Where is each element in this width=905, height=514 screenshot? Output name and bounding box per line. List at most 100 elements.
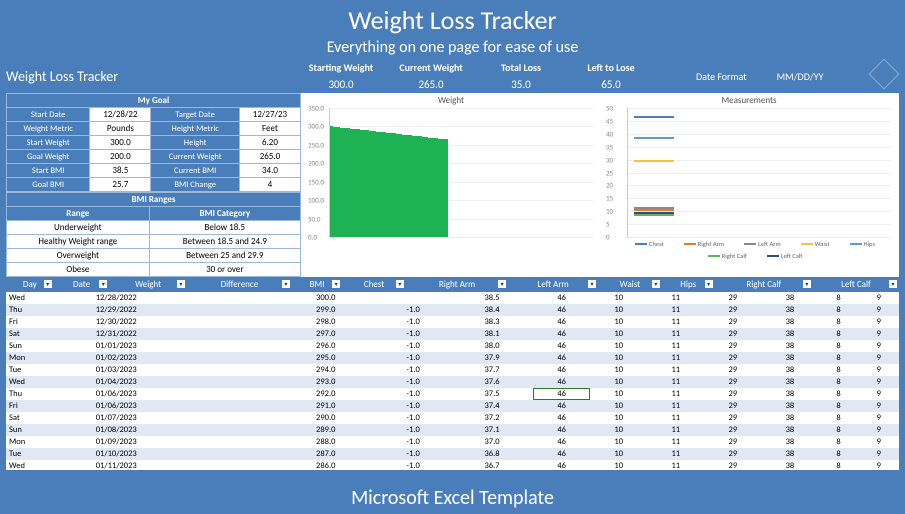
table-cell[interactable]: 46 [533,304,590,316]
table-cell[interactable]: Fri [6,400,93,412]
table-cell[interactable]: 293.0 [276,376,375,388]
table-cell[interactable]: 9 [859,376,899,388]
table-cell[interactable]: 01/06/2023 [93,400,277,412]
table-cell[interactable]: 38 [761,436,818,448]
table-cell[interactable]: 10 [590,340,647,352]
table-cell[interactable]: 01/06/2023 [93,388,277,400]
table-cell[interactable]: 9 [859,400,899,412]
table-cell[interactable]: Wed [6,460,93,470]
table-cell[interactable]: 01/04/2023 [93,376,277,388]
table-row[interactable]: Mon01/02/2023295.0-1.037.9461011293889 [6,352,899,364]
table-cell[interactable]: 8 [818,292,858,304]
table-cell[interactable]: 10 [590,352,647,364]
table-cell[interactable]: 38 [761,340,818,352]
table-cell[interactable]: 01/01/2023 [93,340,277,352]
table-row[interactable]: Thu01/06/2023292.0-1.037.5461011293889 [6,388,899,400]
column-header[interactable]: BMI▾ [292,277,342,292]
table-cell[interactable]: 295.0 [276,352,375,364]
filter-dropdown-icon[interactable]: ▾ [332,280,340,288]
table-cell[interactable]: 29 [704,412,761,424]
table-cell[interactable]: Wed [6,292,93,304]
table-cell[interactable]: 9 [859,364,899,376]
table-cell[interactable]: 29 [704,304,761,316]
table-cell[interactable]: Thu [6,304,93,316]
table-cell[interactable]: 29 [704,424,761,436]
table-cell[interactable]: 9 [859,328,899,340]
table-cell[interactable]: 9 [859,388,899,400]
table-cell[interactable]: 38 [761,412,818,424]
table-cell[interactable]: Sat [6,412,93,424]
table-cell[interactable]: 38 [761,460,818,470]
table-cell[interactable]: 38.1 [451,328,533,340]
table-cell[interactable]: 29 [704,340,761,352]
table-cell[interactable]: 8 [818,436,858,448]
table-cell[interactable]: 46 [533,328,590,340]
table-cell[interactable]: 11 [647,388,704,400]
table-cell[interactable]: 9 [859,292,899,304]
table-cell[interactable]: Sat [6,328,93,340]
table-cell[interactable]: 11 [647,328,704,340]
table-cell[interactable]: 289.0 [276,424,375,436]
table-cell[interactable]: 46 [533,340,590,352]
table-cell[interactable]: 01/03/2023 [93,364,277,376]
table-cell[interactable]: 01/09/2023 [93,436,277,448]
goal-value[interactable]: 6.20 [239,136,300,150]
table-cell[interactable]: 11 [647,304,704,316]
table-cell[interactable]: 8 [818,376,858,388]
column-header[interactable]: Date▾ [54,277,110,292]
filter-dropdown-icon[interactable]: ▾ [588,280,596,288]
filter-dropdown-icon[interactable]: ▾ [396,280,404,288]
goal-value[interactable]: 200.0 [90,150,151,164]
table-row[interactable]: Sat01/07/2023290.0-1.037.2461011293889 [6,412,899,424]
table-cell[interactable]: Wed [6,376,93,388]
table-cell[interactable]: 01/11/2023 [93,460,277,470]
table-cell[interactable]: 46 [533,424,590,436]
table-cell[interactable]: Mon [6,436,93,448]
table-cell[interactable]: 298.0 [276,316,375,328]
column-header[interactable]: Right Arm▾ [406,277,508,292]
table-cell[interactable]: 9 [859,448,899,460]
table-cell[interactable]: -1.0 [375,316,451,328]
table-row[interactable]: Fri01/06/2023291.0-1.037.4461011293889 [6,400,899,412]
table-cell[interactable]: 38 [761,364,818,376]
table-row[interactable]: Sun01/01/2023296.0-1.038.0461011293889 [6,340,899,352]
table-cell[interactable]: 8 [818,460,858,470]
filter-dropdown-icon[interactable]: ▾ [99,280,107,288]
table-cell[interactable]: 8 [818,328,858,340]
table-cell[interactable]: 8 [818,412,858,424]
table-cell[interactable]: -1.0 [375,340,451,352]
table-cell[interactable]: 46 [533,292,590,304]
table-cell[interactable]: 38 [761,352,818,364]
table-cell[interactable]: 9 [859,460,899,470]
table-cell[interactable]: 11 [647,412,704,424]
table-cell[interactable]: 01/10/2023 [93,448,277,460]
goal-value[interactable]: 300.0 [90,136,151,150]
table-cell[interactable]: 10 [590,364,647,376]
filter-dropdown-icon[interactable]: ▾ [498,280,506,288]
table-cell[interactable]: 11 [647,436,704,448]
goal-value[interactable]: 4 [239,178,300,192]
table-cell[interactable]: 8 [818,316,858,328]
table-cell[interactable]: 12/31/2022 [93,328,277,340]
table-cell[interactable]: 46 [533,436,590,448]
table-cell[interactable]: 10 [590,400,647,412]
table-cell[interactable]: 38 [761,304,818,316]
table-cell[interactable]: 38 [761,292,818,304]
table-cell[interactable]: 46 [533,388,590,400]
table-cell[interactable]: 38 [761,448,818,460]
table-cell[interactable]: 11 [647,292,704,304]
table-cell[interactable]: 29 [704,376,761,388]
goal-value[interactable]: Pounds [90,122,151,136]
table-cell[interactable]: 11 [647,448,704,460]
table-cell[interactable]: 9 [859,352,899,364]
table-cell[interactable]: 10 [590,412,647,424]
table-cell[interactable]: 46 [533,376,590,388]
table-row[interactable]: Tue01/10/2023287.0-1.036.8461011293889 [6,448,899,460]
table-cell[interactable]: 29 [704,292,761,304]
table-cell[interactable]: -1.0 [375,424,451,436]
table-cell[interactable]: 46 [533,352,590,364]
bmi-ranges-table[interactable]: BMI Ranges RangeBMI Category Underweight… [6,192,301,277]
table-cell[interactable]: 37.0 [451,436,533,448]
table-cell[interactable]: 11 [647,376,704,388]
column-header[interactable]: Weight▾ [109,277,186,292]
